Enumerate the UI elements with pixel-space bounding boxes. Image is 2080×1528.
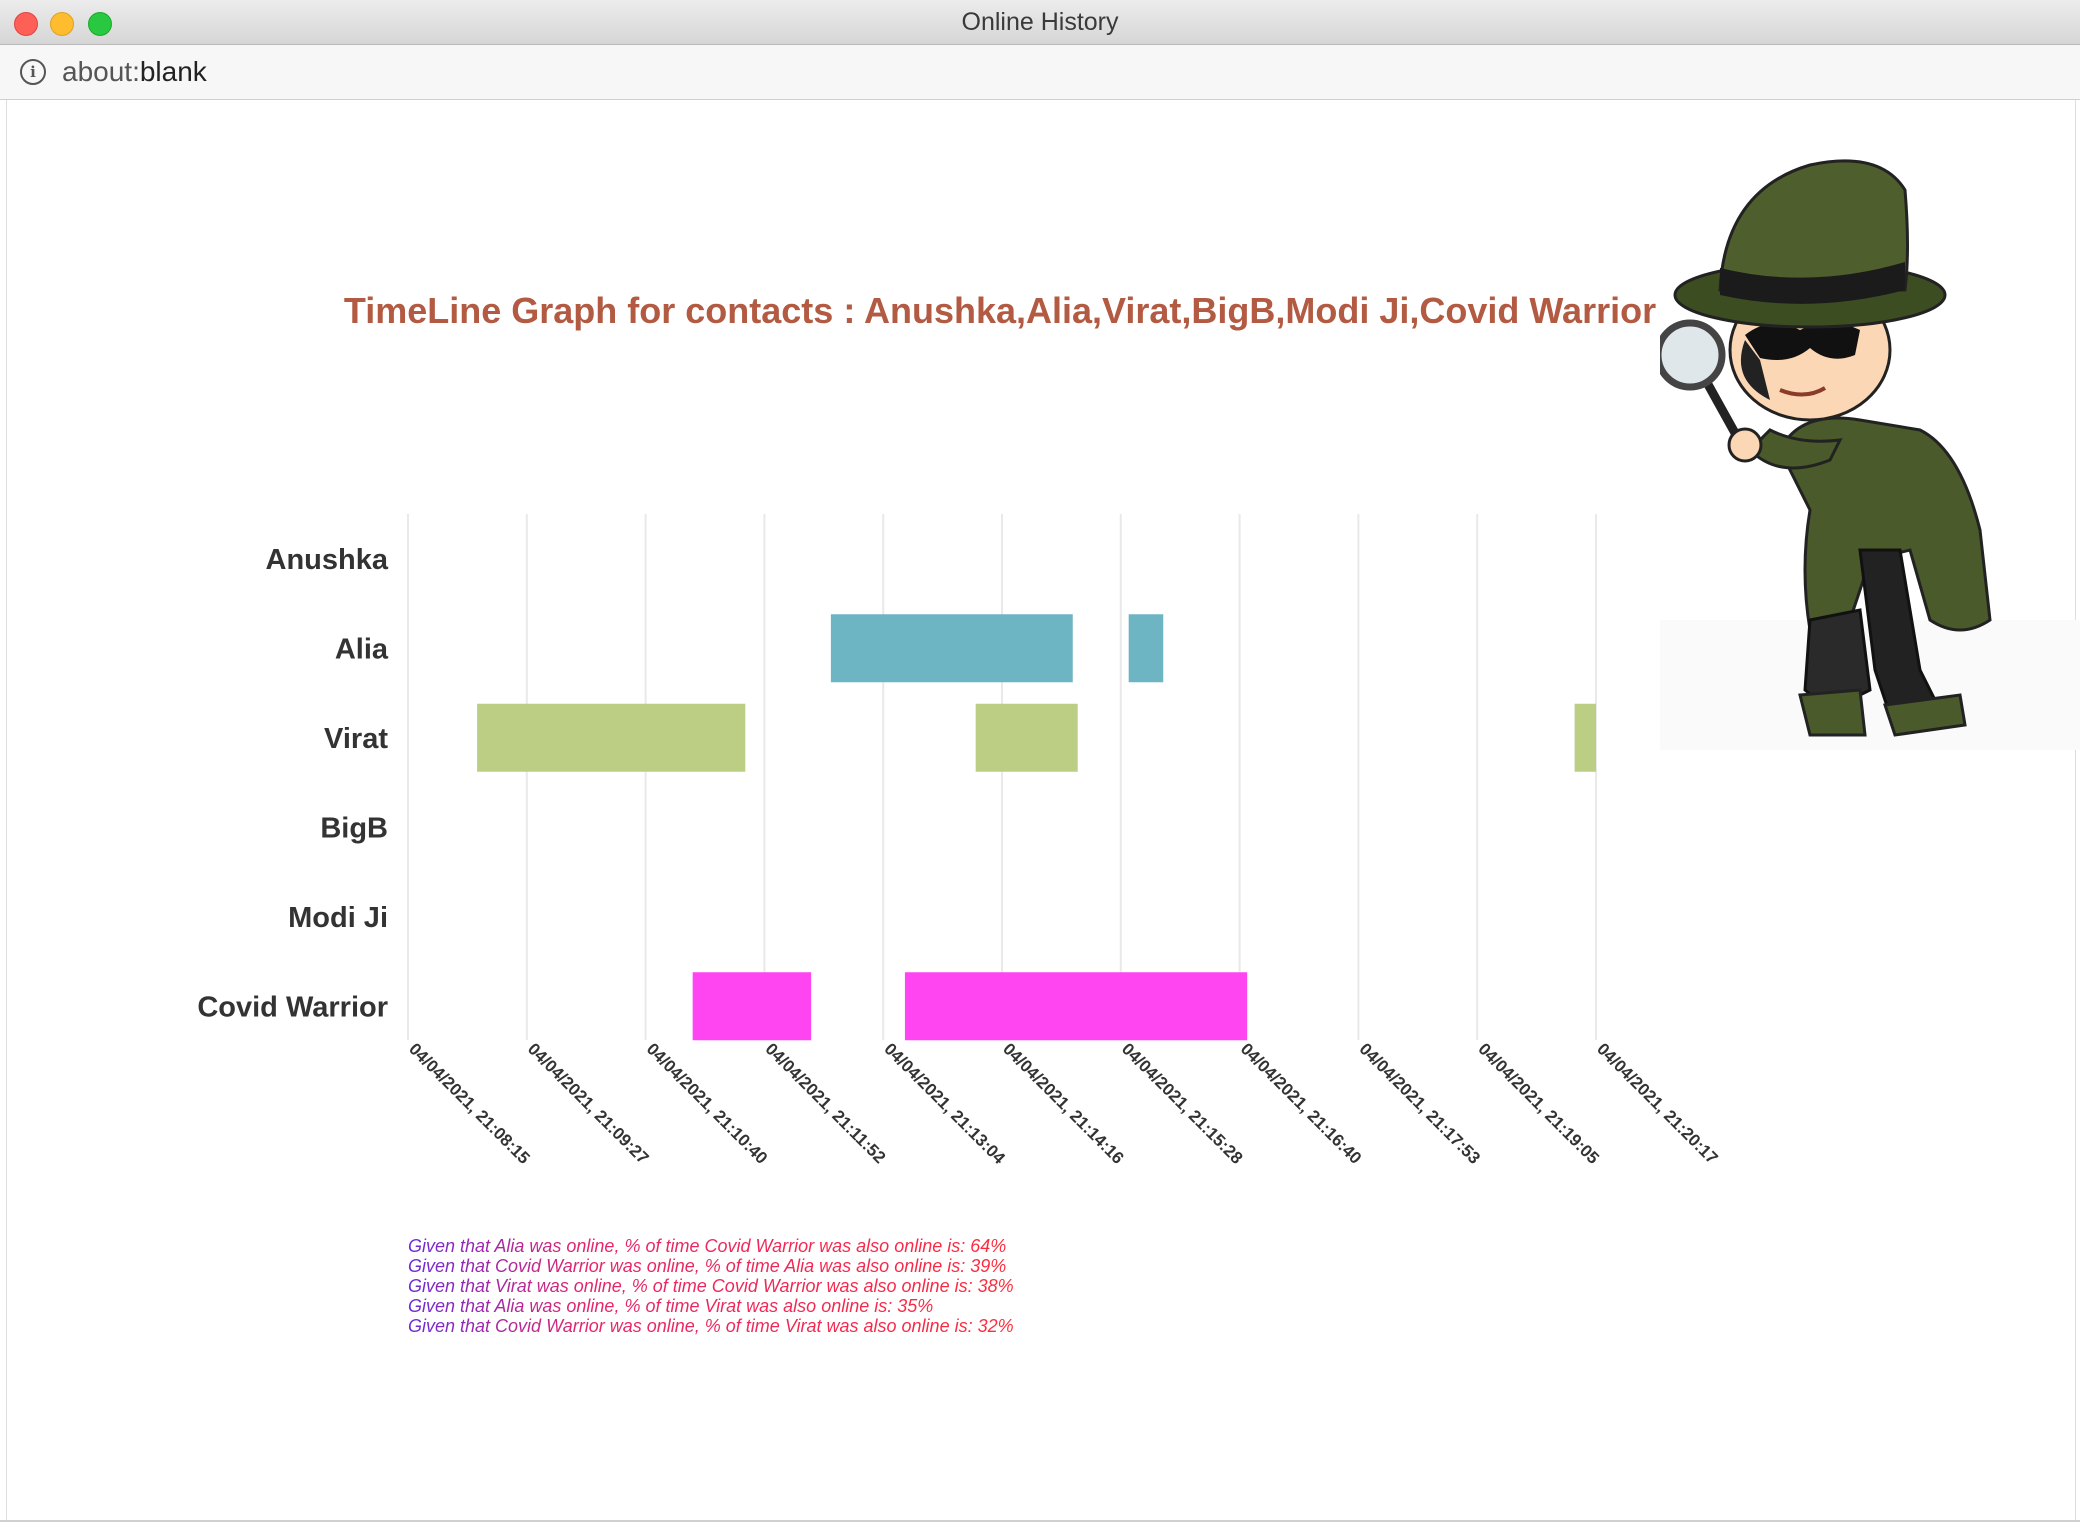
- x-tick-label: 04/04/2021, 21:16:40: [1237, 1039, 1365, 1167]
- x-tick-label: 04/04/2021, 21:20:17: [1593, 1039, 1721, 1167]
- timeline-bar: [1574, 703, 1596, 772]
- x-tick-label: 04/04/2021, 21:11:52: [762, 1039, 890, 1167]
- stat-line: Given that Virat was online, % of time C…: [408, 1276, 1014, 1296]
- row-label: Virat: [324, 723, 388, 755]
- timeline-bar: [904, 972, 1248, 1041]
- row-label: Alia: [335, 633, 389, 665]
- timeline-bar: [692, 972, 812, 1041]
- row-label: Covid Warrior: [197, 991, 388, 1023]
- stat-line: Given that Alia was online, % of time Vi…: [408, 1296, 1014, 1316]
- window-bottom-edge: [0, 1520, 2080, 1528]
- timeline-bar: [1128, 614, 1164, 683]
- x-tick-label: 04/04/2021, 21:15:28: [1118, 1039, 1246, 1167]
- timeline-bar: [477, 703, 746, 772]
- row-label: BigB: [320, 812, 388, 844]
- x-tick-label: 04/04/2021, 21:10:40: [643, 1039, 771, 1167]
- stat-line: Given that Alia was online, % of time Co…: [408, 1236, 1014, 1256]
- x-tick-label: 04/04/2021, 21:19:05: [1474, 1039, 1602, 1167]
- stat-line: Given that Covid Warrior was online, % o…: [408, 1256, 1014, 1276]
- x-tick-label: 04/04/2021, 21:17:53: [1356, 1039, 1484, 1167]
- stats-panel: Given that Alia was online, % of time Co…: [408, 1236, 1014, 1336]
- browser-window: Online History i about:blank TimeLine Gr…: [0, 0, 2080, 1528]
- x-tick-label: 04/04/2021, 21:13:04: [880, 1039, 1009, 1168]
- stat-line: Given that Covid Warrior was online, % o…: [408, 1316, 1014, 1336]
- row-label: Modi Ji: [288, 902, 388, 934]
- timeline-bar: [975, 703, 1078, 772]
- timeline-bar: [830, 614, 1073, 683]
- x-tick-label: 04/04/2021, 21:08:15: [405, 1039, 533, 1167]
- x-tick-label: 04/04/2021, 21:14:16: [999, 1039, 1127, 1167]
- x-tick-label: 04/04/2021, 21:09:27: [524, 1039, 652, 1167]
- row-label: Anushka: [266, 544, 389, 576]
- detective-illustration: [1660, 159, 2080, 750]
